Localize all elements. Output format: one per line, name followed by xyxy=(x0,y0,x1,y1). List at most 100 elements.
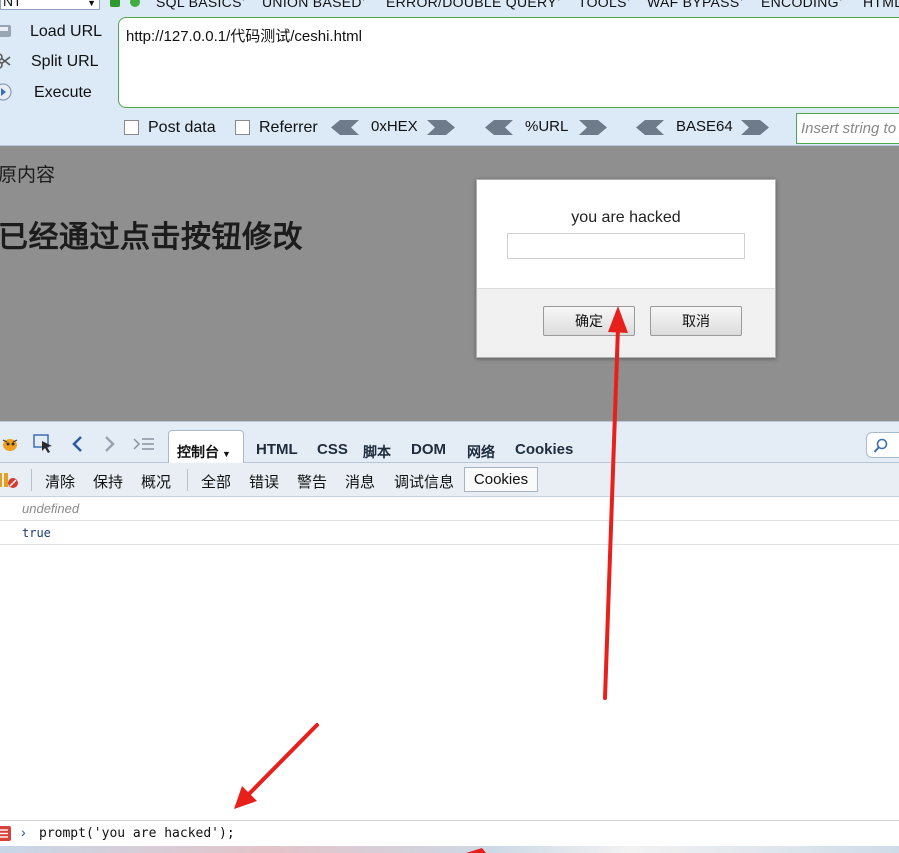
post-data-label: Post data xyxy=(148,119,216,136)
tab-css[interactable]: CSS xyxy=(317,441,348,458)
play-icon xyxy=(0,83,12,101)
left-arrow-icon[interactable] xyxy=(485,120,513,135)
command-line-icon[interactable] xyxy=(133,434,155,454)
hackbar-select[interactable]: NT ▼ xyxy=(0,0,100,10)
log-row: undefined xyxy=(0,497,899,521)
scissors-icon xyxy=(0,53,11,69)
left-arrow-icon[interactable] xyxy=(331,120,359,135)
menu-label: SQL BASICS xyxy=(156,0,242,10)
disk-icon xyxy=(0,25,11,37)
firebug-search-box[interactable] xyxy=(866,432,899,458)
minus-icon[interactable] xyxy=(110,0,120,7)
tab-console[interactable]: 控制台 ▼ xyxy=(168,430,244,464)
hackbar-toolbar: NT▼ SQL BASICS▾ UNION BASED▾ ERROR/DOUBL… xyxy=(0,0,899,146)
caret-icon: ▾ xyxy=(242,0,246,3)
load-url-button[interactable]: Load URL xyxy=(0,19,112,45)
right-arrow-icon[interactable] xyxy=(741,120,769,135)
url-encode-label: %URL xyxy=(525,118,569,135)
plus-icon[interactable] xyxy=(130,0,140,7)
caret-icon: ▾ xyxy=(739,0,743,3)
menu-html[interactable]: HTML xyxy=(863,0,899,10)
menu-label: WAF BYPASS xyxy=(647,0,740,10)
menu-label: HTML xyxy=(863,0,899,10)
caret-icon: ▾ xyxy=(362,0,366,3)
tab-cookies[interactable]: Cookies xyxy=(515,441,573,458)
command-input[interactable]: prompt('you are hacked'); xyxy=(39,826,235,841)
firebug-icon[interactable] xyxy=(0,434,20,454)
menu-union-based[interactable]: UNION BASED▾ xyxy=(262,0,366,10)
prompt-dialog: you are hacked 确定 取消 xyxy=(476,179,776,358)
menu-encoding[interactable]: ENCODING▾ xyxy=(761,0,843,10)
url-textarea[interactable]: http://127.0.0.1/代码测试/ceshi.html xyxy=(118,17,899,108)
filter-all[interactable]: 全部 xyxy=(201,471,231,492)
toolbar-separator xyxy=(31,469,32,491)
tab-script[interactable]: 脚本 xyxy=(363,442,391,462)
menu-label: ENCODING xyxy=(761,0,839,10)
filter-warnings[interactable]: 警告 xyxy=(297,471,327,492)
insert-string-placeholder: Insert string to xyxy=(801,120,897,137)
chevron-down-icon: ▼ xyxy=(222,449,231,459)
cancel-button[interactable]: 取消 xyxy=(650,306,742,336)
hex-label: 0xHEX xyxy=(371,118,418,135)
right-arrow-icon[interactable] xyxy=(427,120,455,135)
dialog-body: you are hacked xyxy=(477,180,775,288)
toolbar-separator xyxy=(187,469,188,491)
caret-icon: ▾ xyxy=(839,0,843,3)
caret-icon: ▾ xyxy=(557,0,561,3)
menu-waf-bypass[interactable]: WAF BYPASS▾ xyxy=(647,0,744,10)
right-arrow-icon[interactable] xyxy=(579,120,607,135)
menu-label: UNION BASED xyxy=(262,0,362,10)
dialog-input[interactable] xyxy=(507,233,745,259)
tab-html[interactable]: HTML xyxy=(256,441,298,458)
taskbar-strip xyxy=(0,846,899,853)
clear-button[interactable]: 清除 xyxy=(45,471,75,492)
hackbar-menubar: NT▼ SQL BASICS▾ UNION BASED▾ ERROR/DOUBL… xyxy=(0,0,899,12)
checkbox-box[interactable] xyxy=(124,120,139,135)
filter-info[interactable]: 消息 xyxy=(345,471,375,492)
tab-dom[interactable]: DOM xyxy=(411,441,446,458)
base64-label: BASE64 xyxy=(676,118,733,135)
persist-button[interactable]: 保持 xyxy=(93,471,123,492)
command-editor-icon[interactable] xyxy=(0,826,11,841)
console-log-panel: undefined true xyxy=(0,497,899,819)
forward-arrow-icon[interactable] xyxy=(103,434,117,454)
filter-debug-info[interactable]: 调试信息 xyxy=(394,471,454,492)
menu-sql-basics[interactable]: SQL BASICS▾ xyxy=(156,0,246,10)
page-heading: 已经通过点击按钮修改 xyxy=(0,221,303,254)
log-value: undefined xyxy=(22,501,80,516)
referrer-label: Referrer xyxy=(259,119,318,136)
menu-label: ERROR/DOUBLE QUERY xyxy=(386,0,557,10)
tab-net[interactable]: 网络 xyxy=(467,442,495,462)
chevron-down-icon: ▼ xyxy=(87,0,96,8)
execute-button[interactable]: Execute xyxy=(0,80,112,106)
tab-console-label: 控制台 xyxy=(177,444,219,460)
firebug-toolbar: 控制台 ▼ HTML CSS 脚本 DOM 网络 Cookies xyxy=(0,421,899,464)
caret-icon: ▾ xyxy=(627,0,631,3)
menu-tools[interactable]: TOOLS▾ xyxy=(578,0,631,10)
inspect-icon[interactable] xyxy=(33,434,55,454)
checkbox-box[interactable] xyxy=(235,120,250,135)
command-prompt-icon: › xyxy=(21,824,26,840)
menu-label: TOOLS xyxy=(578,0,627,10)
url-text: http://127.0.0.1/代码测试/ceshi.html xyxy=(126,28,362,45)
split-url-button[interactable]: Split URL xyxy=(0,49,112,75)
menu-error-double-query[interactable]: ERROR/DOUBLE QUERY▾ xyxy=(386,0,561,10)
filter-errors[interactable]: 错误 xyxy=(249,471,279,492)
dialog-footer: 确定 取消 xyxy=(477,288,775,357)
log-row: true xyxy=(0,521,899,545)
ok-button[interactable]: 确定 xyxy=(543,306,635,336)
load-url-label: Load URL xyxy=(30,23,103,40)
break-on-error-icon[interactable] xyxy=(0,471,20,489)
back-arrow-icon[interactable] xyxy=(70,434,84,454)
profile-button[interactable]: 概况 xyxy=(141,471,171,492)
page-content-overlay: 原内容 已经通过点击按钮修改 you are hacked 确定 取消 xyxy=(0,146,899,421)
split-url-label: Split URL xyxy=(31,53,99,70)
filter-cookies[interactable]: Cookies xyxy=(464,467,538,492)
search-icon xyxy=(873,438,888,453)
left-arrow-icon[interactable] xyxy=(636,120,664,135)
dialog-message: you are hacked xyxy=(571,209,681,226)
console-filter-bar: 清除 保持 概况 全部 错误 警告 消息 调试信息 Cookies xyxy=(0,463,899,497)
log-value: true xyxy=(22,526,51,540)
insert-string-input[interactable]: Insert string to xyxy=(796,113,899,144)
command-line[interactable]: › prompt('you are hacked'); xyxy=(0,820,899,846)
